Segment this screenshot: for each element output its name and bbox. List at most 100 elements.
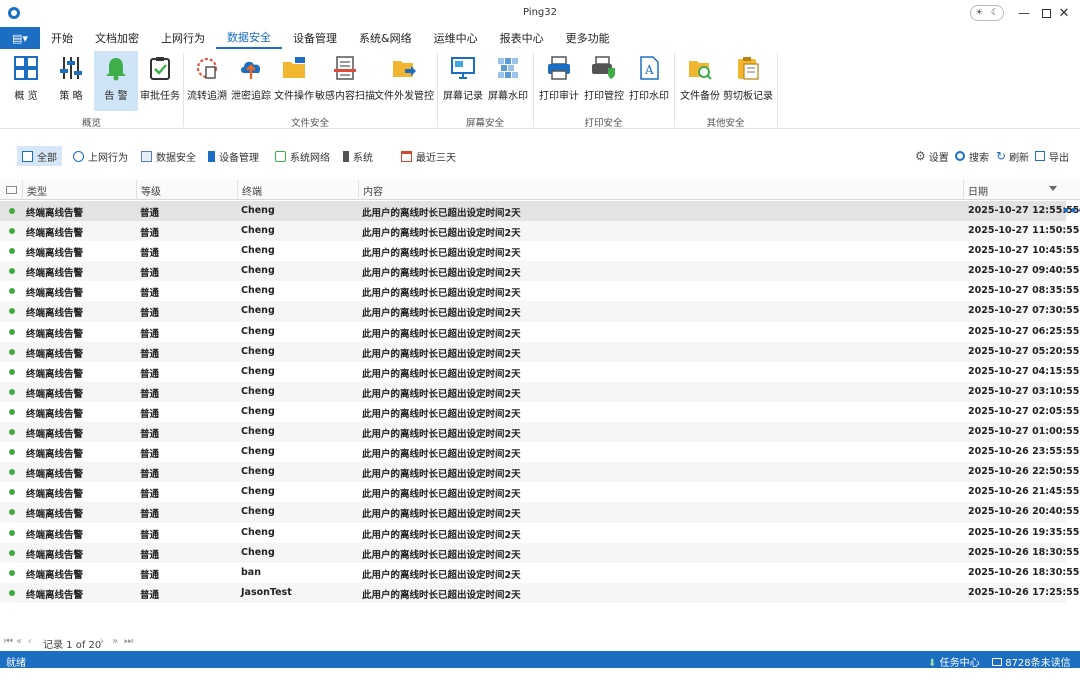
filter-recent-three-days-button[interactable]: 最近三天 <box>396 146 461 166</box>
online-status-dot <box>9 288 15 295</box>
online-status-dot <box>9 308 15 315</box>
ribbon-screen-record-button[interactable]: 屏幕记录 <box>441 51 485 111</box>
table-row[interactable]: 终端离线告警 普通 ban 此用户的离线时长已超出设定时间2天 2025-10-26 1… <box>0 563 1079 583</box>
next-icon[interactable]: › <box>100 636 104 647</box>
print-watermark-icon: A <box>640 56 659 80</box>
ribbon-sensitive-scan-button[interactable]: 敏感内容扫描 <box>315 51 375 111</box>
ribbon-file-operation-button[interactable]: 文件操作 <box>273 51 315 111</box>
column-header-level[interactable]: 等级 <box>136 180 237 200</box>
maximize-button[interactable] <box>1036 4 1056 22</box>
group-label-print-security: 打印安全 <box>584 118 623 129</box>
ribbon-screen-watermark-button[interactable]: 屏幕水印 <box>487 51 529 111</box>
minimize-button[interactable]: — <box>1014 4 1034 22</box>
online-status-dot <box>9 449 15 456</box>
table-row[interactable]: 终端离线告警 普通 Cheng 此用户的离线时长已超出设定时间2天 2025-10-27… <box>0 402 1079 422</box>
more-options-icon[interactable]: ••• <box>1062 204 1080 218</box>
table-row[interactable]: 终端离线告警 普通 Cheng 此用户的离线时长已超出设定时间2天 2025-10-26… <box>0 482 1079 502</box>
filter-web-behavior-button[interactable]: 上网行为 <box>68 146 133 166</box>
table-row[interactable]: 终端离线告警 普通 JasonTest 此用户的离线时长已超出设定时间2天 2025-1… <box>0 582 1079 603</box>
menu-ops-center[interactable]: 运维中心 <box>423 27 489 49</box>
ribbon-print-watermark-button[interactable]: A 打印水印 <box>628 51 670 111</box>
ribbon-clipboard-record-button[interactable]: 剪切板记录 <box>723 51 773 111</box>
table-row[interactable]: 终端离线告警 普通 Cheng 此用户的离线时长已超出设定时间2天 2025-10-27… <box>0 362 1079 382</box>
search-button[interactable]: 搜索 <box>950 146 994 166</box>
ribbon-file-outgoing-button[interactable]: 文件外发管控 <box>374 51 434 111</box>
status-bar: 就绪 ⬇ 任务中心 8728条未读信息 <box>0 651 1080 684</box>
table-row[interactable]: 终端离线告警 普通 Cheng 此用户的离线时长已超出设定时间2天 2025-10-27… <box>0 221 1079 242</box>
table-row[interactable]: 终端离线告警 普通 Cheng 此用户的离线时长已超出设定时间2天 2025-10-27… <box>0 301 1079 322</box>
menu-more[interactable]: 更多功能 <box>555 27 621 49</box>
table-row[interactable]: 终端离线告警 普通 Cheng 此用户的离线时长已超出设定时间2天 2025-10-27… <box>0 281 1079 301</box>
close-button[interactable]: ✕ <box>1054 4 1074 22</box>
ribbon-file-backup-button[interactable]: 文件备份 <box>678 51 722 111</box>
row-status-header[interactable] <box>0 180 22 200</box>
ribbon-print-audit-button[interactable]: 打印审计 <box>537 51 581 111</box>
online-status-dot <box>9 469 15 476</box>
leak-cloud-icon <box>241 61 261 79</box>
menu-web-behavior[interactable]: 上网行为 <box>150 27 216 49</box>
table-row[interactable]: 终端离线告警 普通 Cheng 此用户的离线时长已超出设定时间2天 2025-10-27… <box>0 341 1079 362</box>
column-header-date[interactable]: 日期 <box>963 180 1063 200</box>
menu-doc-encrypt[interactable]: 文档加密 <box>84 27 150 49</box>
column-header-content[interactable]: 内容 <box>358 180 963 200</box>
menu-report-center[interactable]: 报表中心 <box>489 27 555 49</box>
pager: ⏮ « ‹ 记录 1 of 20 › » ⏭ <box>0 634 1080 651</box>
table-row[interactable]: 终端离线告警 普通 Cheng 此用户的离线时长已超出设定时间2天 2025-10-26… <box>0 462 1079 483</box>
online-status-dot <box>9 569 15 576</box>
filter-system-network-button[interactable]: 系统网络 <box>270 146 335 166</box>
first-page-icon[interactable]: ⏮ <box>4 636 13 647</box>
group-label-overview: 概览 <box>81 118 101 129</box>
window-title: Ping32 <box>523 7 557 18</box>
table-row[interactable]: 终端离线告警 普通 Cheng 此用户的离线时长已超出设定时间2天 2025-10-27… <box>0 201 1079 222</box>
ribbon-alarm-button[interactable]: 告 警 <box>94 51 138 111</box>
download-icon: ⬇ <box>928 658 937 669</box>
file-operation-icon <box>283 57 305 78</box>
prev-icon[interactable]: ‹ <box>28 636 32 647</box>
settings-button[interactable]: ⚙ 设置 <box>910 146 954 166</box>
unread-messages-button[interactable]: 8728条未读信息 <box>992 654 1080 684</box>
table-row[interactable]: 终端离线告警 普通 Cheng 此用户的离线时长已超出设定时间2天 2025-10-27… <box>0 381 1079 402</box>
online-status-dot <box>9 368 15 375</box>
filter-all-button[interactable]: 全部 <box>17 146 62 166</box>
ribbon-flow-trace-button[interactable]: 流转追溯 <box>186 51 228 111</box>
task-center-button[interactable]: ⬇ 任务中心 <box>928 654 980 669</box>
ribbon-print-control-button[interactable]: 打印管控 <box>583 51 625 111</box>
filter-bar: 全部 上网行为 数据安全 设备管理 系统网络 系统 最近三天 ⚙ 设置 搜索 ↻… <box>0 142 1080 170</box>
online-status-dot <box>9 228 15 235</box>
list-icon <box>22 150 33 162</box>
filter-device-mgmt-button[interactable]: 设备管理 <box>203 146 264 166</box>
filter-data-security-button[interactable]: 数据安全 <box>136 146 201 166</box>
refresh-button[interactable]: ↻ 刷新 <box>991 146 1034 166</box>
table-row[interactable]: 终端离线告警 普通 Cheng 此用户的离线时长已超出设定时间2天 2025-10-26… <box>0 523 1079 543</box>
globe-icon <box>73 150 84 162</box>
ribbon-approval-button[interactable]: 审批任务 <box>139 51 181 111</box>
table-row[interactable]: 终端离线告警 普通 Cheng 此用户的离线时长已超出设定时间2天 2025-10-27… <box>0 241 1079 261</box>
theme-toggle[interactable]: ☀ ☾ <box>970 5 1004 21</box>
column-header-terminal[interactable]: 终端 <box>237 180 358 200</box>
maximize-icon <box>1041 8 1051 18</box>
table-row[interactable]: 终端离线告警 普通 Cheng 此用户的离线时长已超出设定时间2天 2025-10-26… <box>0 542 1079 563</box>
menu-system-network[interactable]: 系统&网络 <box>348 27 423 49</box>
table-row[interactable]: 终端离线告警 普通 Cheng 此用户的离线时长已超出设定时间2天 2025-10-26… <box>0 442 1079 462</box>
ribbon-policy-button[interactable]: 策 略 <box>50 51 92 111</box>
export-button[interactable]: 导出 <box>1030 146 1074 166</box>
column-header-type[interactable]: 类型 <box>22 180 136 200</box>
next-page-icon[interactable]: » <box>112 636 118 647</box>
usb-device-icon <box>208 150 215 162</box>
table-row[interactable]: 终端离线告警 普通 Cheng 此用户的离线时长已超出设定时间2天 2025-10-27… <box>0 322 1079 342</box>
file-menu-button[interactable]: ▤▾ <box>0 27 40 49</box>
online-status-dot <box>9 408 15 415</box>
table-row[interactable]: 终端离线告警 普通 Cheng 此用户的离线时长已超出设定时间2天 2025-10-26… <box>0 502 1079 523</box>
menu-device-mgmt[interactable]: 设备管理 <box>282 27 348 49</box>
table-row[interactable]: 终端离线告警 普通 Cheng 此用户的离线时长已超出设定时间2天 2025-10-27… <box>0 261 1079 282</box>
last-page-icon[interactable]: ⏭ <box>124 636 133 647</box>
filter-system-button[interactable]: 系统 <box>338 146 378 166</box>
menu-start[interactable]: 开始 <box>40 27 84 49</box>
table-row[interactable]: 终端离线告警 普通 Cheng 此用户的离线时长已超出设定时间2天 2025-10-27… <box>0 422 1079 443</box>
group-label-other-security: 其他安全 <box>706 118 745 129</box>
ribbon-leak-trace-button[interactable]: 泄密追踪 <box>230 51 272 111</box>
prev-page-icon[interactable]: « <box>16 636 22 647</box>
menu-data-security[interactable]: 数据安全 <box>216 27 282 49</box>
ribbon-overview-button[interactable]: 概 览 <box>6 51 46 111</box>
screen-record-icon <box>451 57 475 79</box>
